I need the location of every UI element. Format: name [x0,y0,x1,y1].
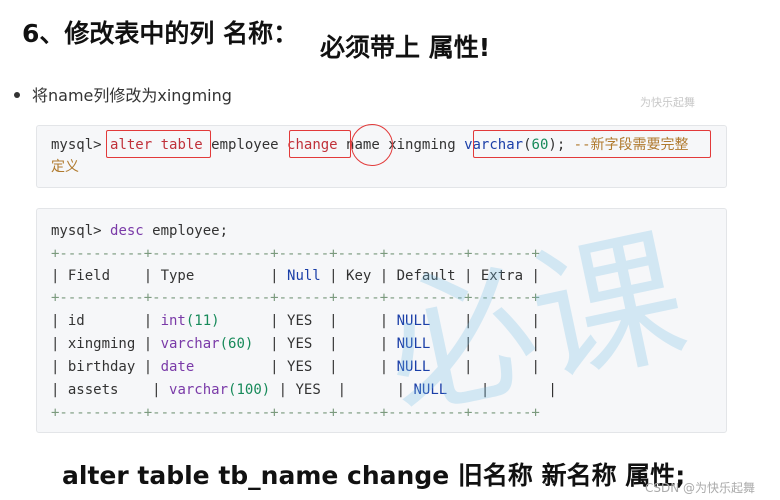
section-heading-emphasis: 必须带上 属性! [320,33,491,62]
mysql-prompt: mysql> [51,223,111,239]
bullet-item: 将name列修改为xingming [14,82,232,106]
cell-field: | xingming | [51,336,161,352]
cell-type: varchar [169,382,229,398]
watermark-footer: CSDN @为快乐起舞 [645,481,756,495]
cell-pad [253,336,270,352]
syntax-summary: alter table tb_name change 旧名称 新名称 属性; [62,461,686,490]
header-null: Null [287,268,321,284]
cell-type-arg: (60) [219,336,254,352]
mysql-prompt: mysql> [51,137,111,153]
highlight-box-change [289,130,351,158]
watermark-small: 为快乐起舞 [640,96,695,109]
bullet-text: 将name列修改为xingming [32,86,232,105]
cell-field: | id | [51,313,161,329]
cell-pad [270,382,278,398]
section-heading: 6、修改表中的列 名称： [22,19,299,48]
cell-null: | YES | | [270,313,397,329]
bullet-dot-icon [14,91,20,98]
cell-null: | YES | | [270,336,397,352]
highlight-box-alter-table [106,130,211,158]
header-type: | Type [143,268,271,284]
cell-type: varchar [160,336,220,352]
cell-null: | YES | | [278,382,414,398]
highlight-circle-name [351,124,393,166]
table-name: employee [202,137,288,153]
cell-pad [220,313,271,329]
highlight-box-type [473,130,711,158]
cell-pad [194,359,270,375]
cell-type: date [160,359,195,375]
cell-type-arg: (11) [185,313,220,329]
cell-type-arg: (100) [228,382,271,398]
header-null-sep: | [270,268,288,284]
cell-type: int [160,313,186,329]
header-field: | Field [51,268,144,284]
comment-line2: 定义 [51,159,79,175]
cell-null: | YES | | [270,359,397,375]
desc-command-line: mysql> desc employee; [51,221,228,241]
cell-field: | birthday | [51,359,161,375]
cell-field: | assets | [51,382,170,398]
keyword-desc: desc [110,223,144,239]
desc-table-name: employee; [143,223,229,239]
